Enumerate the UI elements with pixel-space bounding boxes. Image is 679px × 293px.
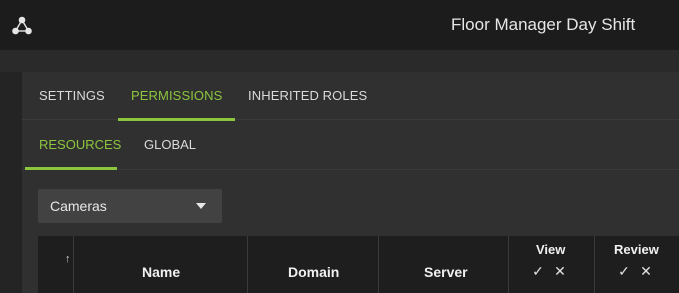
tab-settings[interactable]: SETTINGS — [39, 88, 105, 103]
tab-bar: SETTINGS PERMISSIONS INHERITED ROLES — [22, 72, 679, 121]
sort-ascending-icon: ↑ — [65, 253, 71, 265]
subtab-global[interactable]: GLOBAL — [144, 137, 196, 152]
app-root: Floor Manager Day Shift SETTINGS PERMISS… — [0, 0, 679, 293]
sort-column[interactable]: ↑ — [38, 236, 74, 293]
role-panel: SETTINGS PERMISSIONS INHERITED ROLES RES… — [22, 72, 679, 293]
column-server[interactable]: Server — [379, 236, 509, 293]
app-logo-icon[interactable] — [10, 14, 34, 38]
tab-inherited-roles[interactable]: INHERITED ROLES — [248, 88, 367, 103]
column-name[interactable]: Name — [74, 236, 248, 293]
view-deny-icon[interactable]: ✕ — [551, 263, 569, 280]
title-bar: Floor Manager Day Shift — [0, 0, 679, 50]
column-header-view: View — [536, 242, 566, 257]
active-subtab-indicator — [25, 167, 117, 170]
caret-down-icon — [196, 203, 206, 209]
review-deny-icon[interactable]: ✕ — [637, 263, 655, 280]
column-header-server: Server — [424, 264, 468, 280]
window-title: Floor Manager Day Shift — [451, 15, 636, 34]
column-domain[interactable]: Domain — [248, 236, 379, 293]
tab-permissions[interactable]: PERMISSIONS — [131, 88, 222, 103]
resource-type-dropdown[interactable]: Cameras — [38, 189, 222, 223]
toolbar-strip — [0, 50, 679, 72]
column-review: Review ✓ ✕ — [595, 236, 679, 293]
resource-type-value: Cameras — [50, 198, 107, 214]
column-header-name: Name — [142, 264, 181, 280]
column-view: View ✓ ✕ — [509, 236, 595, 293]
column-header-review: Review — [614, 242, 659, 257]
column-header-domain: Domain — [288, 264, 340, 280]
review-allow-icon[interactable]: ✓ — [615, 263, 633, 280]
view-permission-toggles: ✓ ✕ — [529, 263, 573, 280]
review-permission-toggles: ✓ ✕ — [615, 263, 659, 280]
subtab-resources[interactable]: RESOURCES — [39, 137, 121, 152]
subtab-bar: RESOURCES GLOBAL — [22, 121, 679, 170]
permissions-table-header: ↑ Name Domain Server View ✓ ✕ Review ✓ ✕ — [38, 236, 679, 293]
view-allow-icon[interactable]: ✓ — [529, 263, 547, 280]
